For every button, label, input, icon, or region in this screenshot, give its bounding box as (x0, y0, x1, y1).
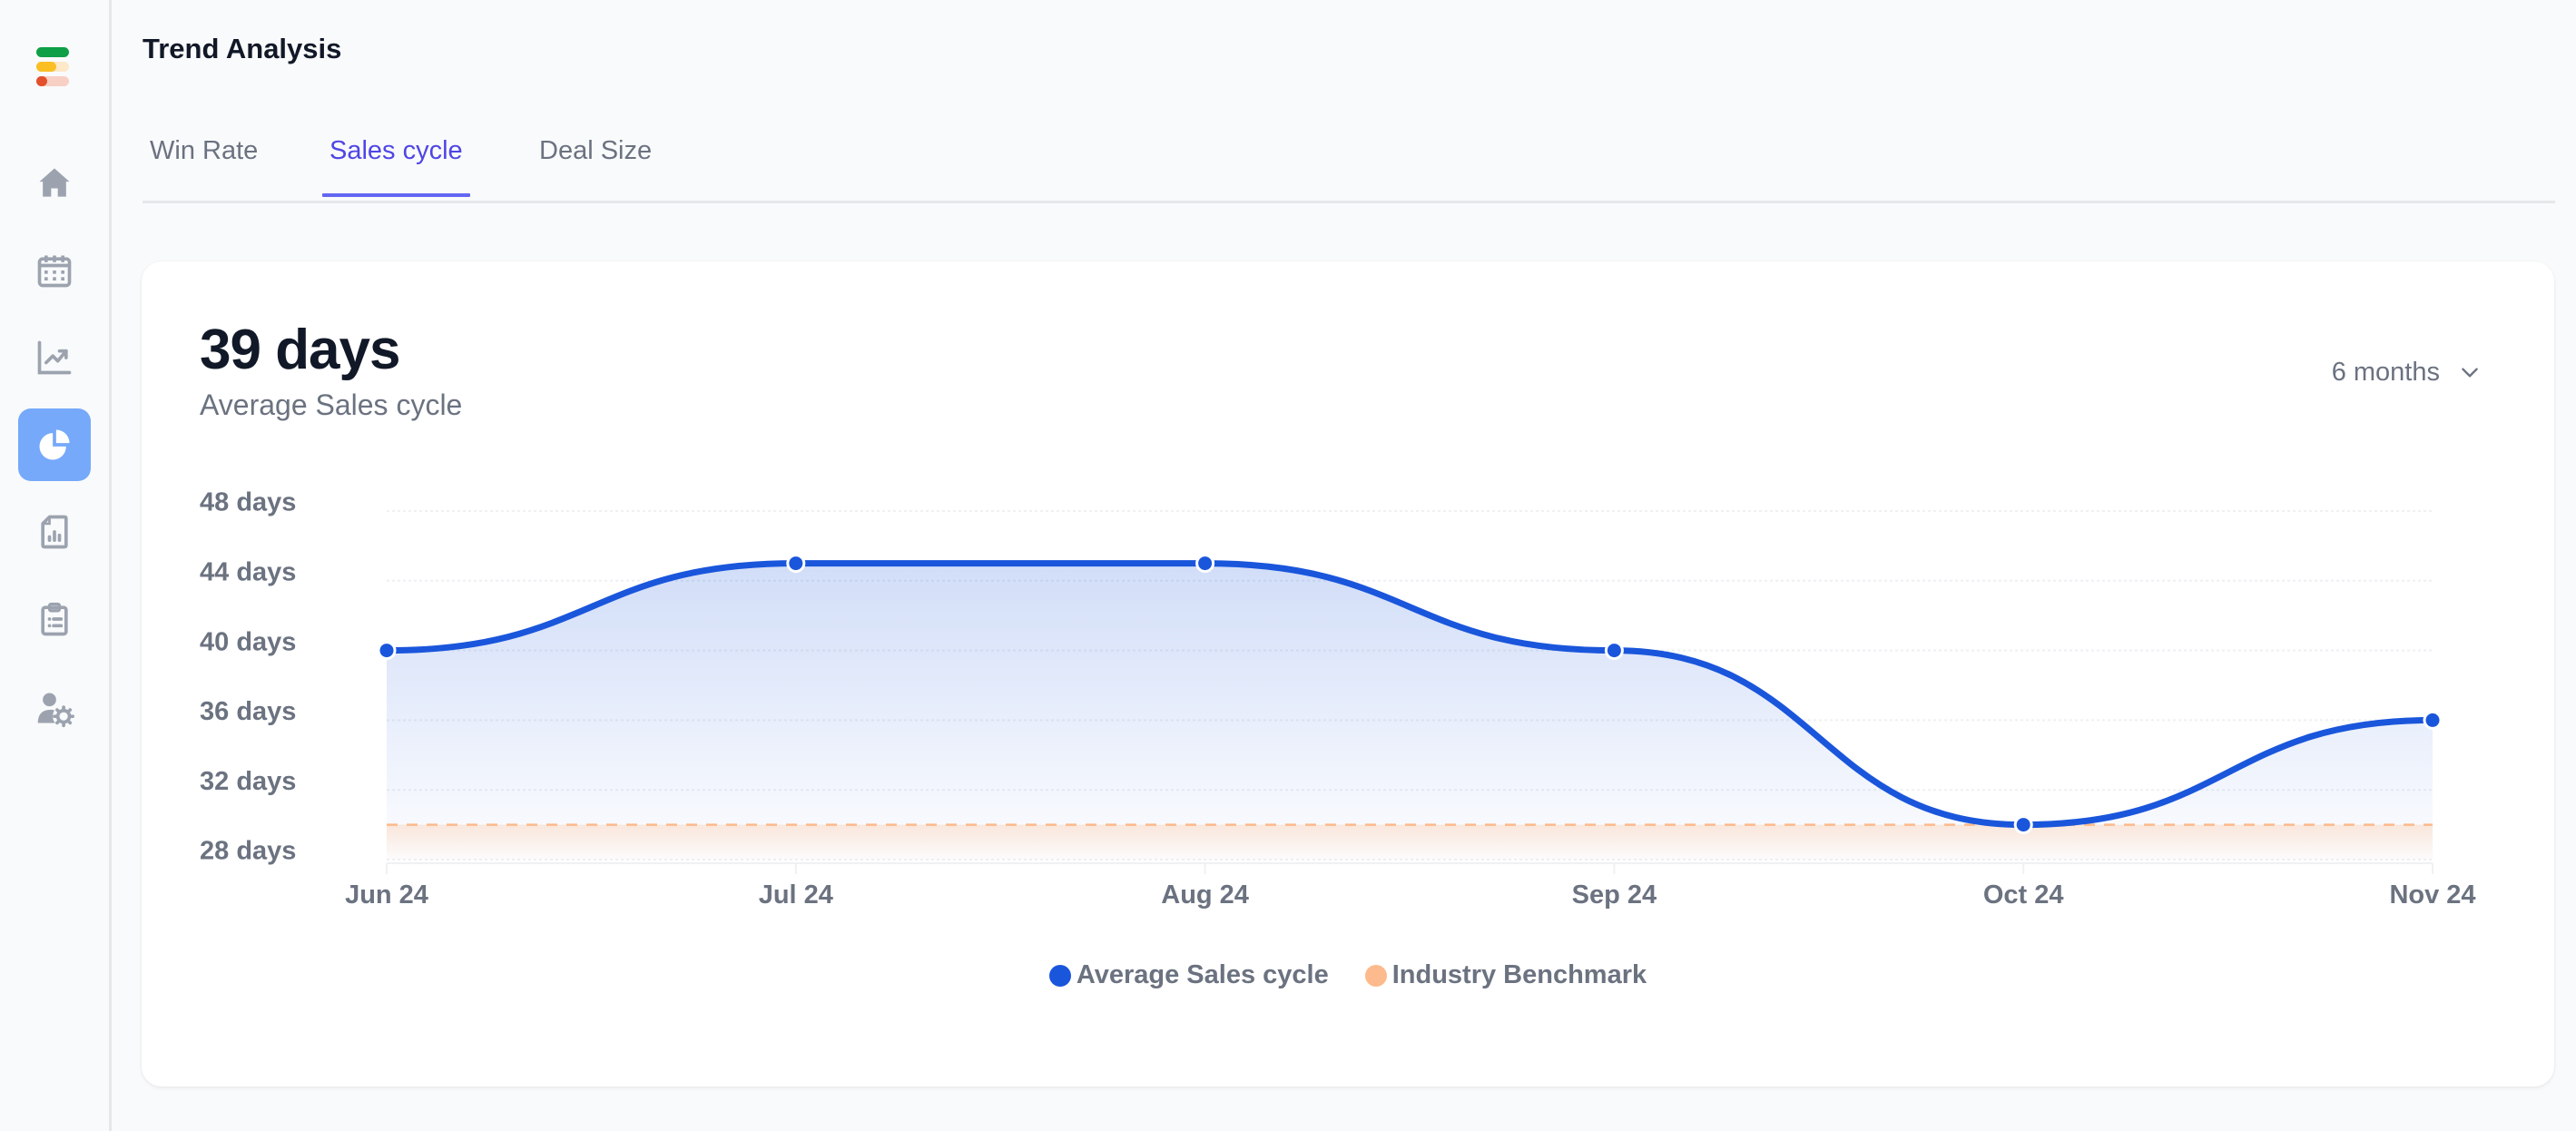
logo-bar-green (36, 47, 69, 57)
y-tick-label: 32 days (200, 767, 296, 796)
app-logo[interactable] (36, 47, 69, 87)
trending-up-chart-icon (37, 340, 72, 375)
sidebar-item-calendar[interactable] (18, 234, 91, 307)
tab-deal-size[interactable]: Deal Size (539, 136, 652, 193)
page-title: Trend Analysis (143, 33, 342, 64)
chart-legend: Average Sales cycle Industry Benchmark (142, 960, 2554, 990)
y-tick-label: 44 days (200, 557, 296, 586)
y-tick-label: 40 days (200, 627, 296, 656)
sidebar-item-trends[interactable] (18, 321, 91, 394)
x-tick-label: Aug 24 (1161, 880, 1249, 910)
data-point (786, 554, 806, 574)
legend-item-industry-benchmark[interactable]: Industry Benchmark (1364, 960, 1647, 990)
sidebar-item-user-settings[interactable] (18, 672, 91, 744)
legend-label: Average Sales cycle (1076, 960, 1329, 989)
logo-bar-red (36, 76, 47, 86)
legend-dot-benchmark (1364, 964, 1387, 987)
sidebar (0, 0, 112, 1131)
y-tick-label: 48 days (200, 488, 296, 517)
data-point (1195, 554, 1215, 574)
x-tick-label: Jun 24 (345, 880, 428, 910)
sidebar-item-home[interactable] (18, 147, 91, 220)
x-tick-label: Jul 24 (759, 880, 833, 910)
clipboard-list-icon (41, 602, 68, 636)
sidebar-item-tasks[interactable] (18, 583, 91, 655)
logo-bar-amber (36, 62, 56, 72)
data-point (1604, 641, 1624, 661)
user-settings-icon (37, 693, 74, 728)
legend-dot-primary (1048, 964, 1071, 987)
x-tick-label: Oct 24 (1983, 880, 2064, 910)
data-point (2013, 815, 2033, 835)
x-tick-label: Sep 24 (1572, 880, 1657, 910)
main-content: Trend Analysis Win Rate Sales cycle Deal… (112, 0, 2576, 1131)
sidebar-item-reports[interactable] (18, 496, 91, 568)
y-tick-label: 36 days (200, 697, 296, 726)
sidebar-item-analytics[interactable] (18, 408, 91, 481)
home-icon (39, 168, 70, 197)
report-document-icon (41, 515, 68, 549)
x-tick-label: Nov 24 (2389, 880, 2475, 910)
area-fill-industry-benchmark (387, 824, 2433, 860)
data-point (377, 641, 397, 661)
calendar-icon (37, 255, 72, 288)
pie-chart-icon (39, 429, 70, 460)
sales-cycle-card: 39 days Average Sales cycle 6 months 48 (142, 261, 2554, 1087)
y-tick-label: 28 days (200, 837, 296, 866)
tab-sales-cycle[interactable]: Sales cycle (322, 136, 470, 197)
legend-item-average-sales-cycle[interactable]: Average Sales cycle (1048, 960, 1329, 990)
tab-bar: Win Rate Sales cycle Deal Size (143, 118, 2555, 203)
data-point (2423, 710, 2443, 730)
legend-label: Industry Benchmark (1391, 960, 1647, 989)
tab-win-rate[interactable]: Win Rate (150, 136, 258, 193)
